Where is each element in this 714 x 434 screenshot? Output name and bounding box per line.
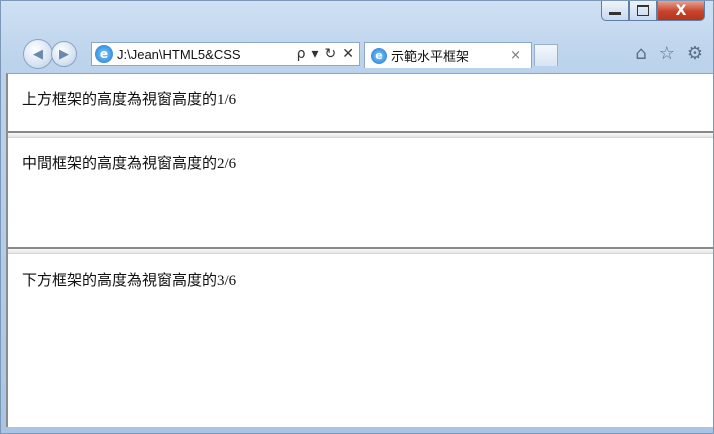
tools-gear-icon[interactable]: ⚙ — [687, 43, 703, 64]
new-tab-button[interactable] — [534, 44, 558, 66]
minimize-button[interactable] — [601, 1, 629, 21]
browser-window: X ◀ ▶ e J:\Jean\HTML5&CSS ρ ▾ ↻ ✕ e 示範水平… — [0, 0, 714, 434]
navigation-bar: ◀ ▶ e J:\Jean\HTML5&CSS ρ ▾ ↻ ✕ e 示範水平框架… — [1, 39, 713, 69]
home-icon[interactable]: ⌂ — [635, 43, 646, 64]
forward-button[interactable]: ▶ — [51, 41, 77, 67]
address-tools: ρ ▾ ↻ ✕ — [295, 46, 359, 62]
search-icon[interactable]: ρ — [297, 46, 306, 62]
close-icon: X — [675, 2, 687, 19]
ie-page-icon: e — [95, 45, 113, 63]
bottom-frame: 下方框架的高度為視窗高度的3/6 — [8, 255, 713, 427]
forward-arrow-icon: ▶ — [59, 46, 69, 62]
favorites-star-icon[interactable]: ☆ — [659, 43, 675, 64]
command-icons: ⌂ ☆ ⚙ — [635, 43, 703, 64]
stop-icon[interactable]: ✕ — [342, 46, 354, 62]
tab-title: 示範水平框架 — [391, 50, 470, 65]
close-button[interactable]: X — [657, 1, 705, 21]
address-bar[interactable]: e J:\Jean\HTML5&CSS ρ ▾ ↻ ✕ — [91, 42, 360, 66]
middle-frame-text: 中間框架的高度為視窗高度的2/6 — [22, 156, 237, 172]
refresh-icon[interactable]: ↻ — [325, 46, 337, 62]
bottom-frame-text: 下方框架的高度為視窗高度的3/6 — [22, 273, 237, 289]
back-arrow-icon: ◀ — [33, 46, 43, 62]
ie-tab-icon: e — [371, 47, 387, 64]
dropdown-icon[interactable]: ▾ — [312, 46, 319, 62]
tab-active[interactable]: e 示範水平框架 × — [364, 42, 532, 68]
maximize-button[interactable] — [629, 1, 657, 21]
back-button[interactable]: ◀ — [23, 39, 53, 69]
top-frame-text: 上方框架的高度為視窗高度的1/6 — [22, 92, 237, 108]
frame-divider-top[interactable] — [8, 131, 713, 138]
frame-divider-bottom[interactable] — [8, 247, 713, 254]
middle-frame: 中間框架的高度為視窗高度的2/6 — [8, 138, 713, 245]
window-controls: X — [601, 1, 705, 21]
top-frame: 上方框架的高度為視窗高度的1/6 — [8, 74, 713, 130]
maximize-icon — [637, 5, 649, 16]
frameset-content: 上方框架的高度為視窗高度的1/6 中間框架的高度為視窗高度的2/6 下方框架的高… — [6, 73, 713, 427]
minimize-icon — [609, 12, 621, 15]
address-input[interactable]: J:\Jean\HTML5&CSS — [117, 47, 295, 62]
tab-close-icon[interactable]: × — [510, 48, 521, 63]
